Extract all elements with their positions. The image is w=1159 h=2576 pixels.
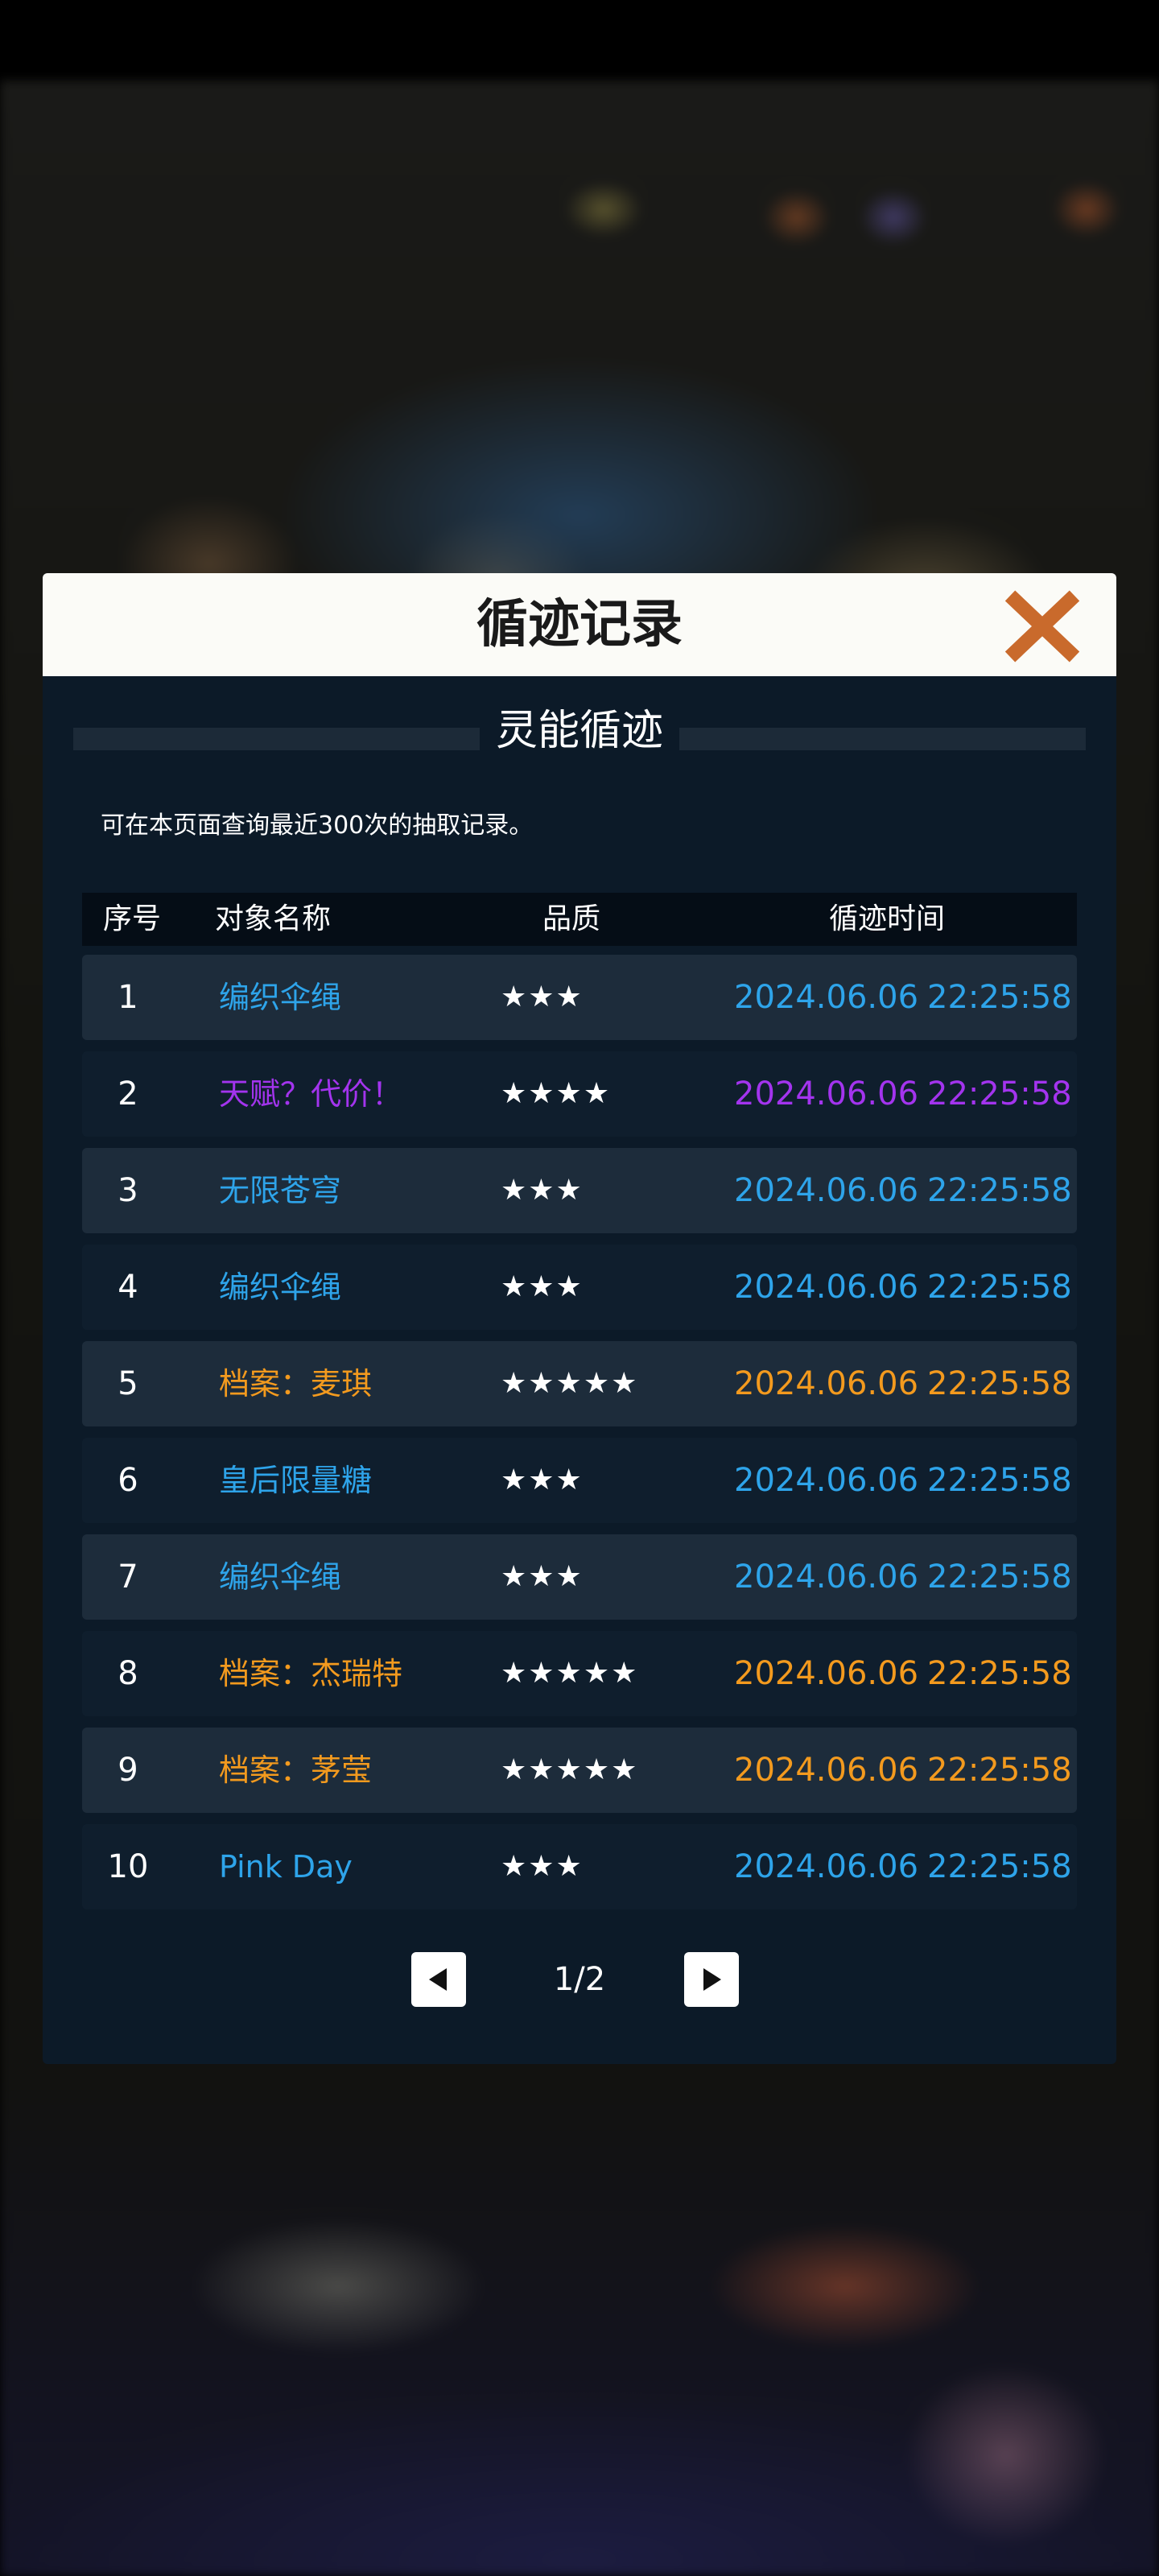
row-number: 8 <box>118 1655 138 1692</box>
table-row: 1 编织伞绳 ★★★ 2024.06.06 22:25:58 <box>82 955 1077 1040</box>
quality-stars: ★★★★ <box>501 1077 612 1110</box>
record-time: 22:25:58 <box>927 1365 1072 1402</box>
quality-stars: ★★★ <box>501 980 584 1013</box>
triangle-left-icon <box>429 1968 447 1991</box>
record-time: 22:25:58 <box>927 1848 1072 1885</box>
quality-stars: ★★★ <box>501 1560 584 1593</box>
item-name: 档案：杰瑞特 <box>219 1656 403 1691</box>
record-date: 2024.06.06 <box>734 1269 919 1306</box>
record-date: 2024.06.06 <box>734 1558 919 1596</box>
header-no: 序号 <box>102 902 161 935</box>
record-date: 2024.06.06 <box>734 1848 919 1885</box>
record-time: 22:25:58 <box>927 1172 1072 1209</box>
item-name: 编织伞绳 <box>219 980 342 1015</box>
item-name: 档案：麦琪 <box>219 1366 373 1402</box>
row-number: 4 <box>118 1269 138 1306</box>
item-name: 无限苍穹 <box>219 1173 342 1208</box>
row-number: 3 <box>118 1172 138 1209</box>
item-name: Pink Day <box>219 1849 353 1885</box>
quality-stars: ★★★★★ <box>501 1367 639 1400</box>
row-number: 7 <box>118 1558 138 1596</box>
status-bar <box>0 0 1159 80</box>
quality-stars: ★★★ <box>501 1174 584 1207</box>
quality-stars: ★★★★★ <box>501 1753 639 1786</box>
page-indicator: 1/2 <box>553 1961 606 1998</box>
triangle-right-icon <box>703 1968 721 1991</box>
item-name: 档案：茅莹 <box>219 1752 373 1788</box>
row-number: 9 <box>118 1752 138 1789</box>
record-date: 2024.06.06 <box>734 1462 919 1499</box>
item-name: 编织伞绳 <box>219 1559 342 1595</box>
row-number: 5 <box>118 1365 138 1402</box>
row-number: 10 <box>107 1848 149 1885</box>
table-row: 2 天赋？代价！ ★★★★ 2024.06.06 22:25:58 <box>82 1051 1077 1137</box>
table-row: 6 皇后限量糖 ★★★ 2024.06.06 22:25:58 <box>82 1438 1077 1523</box>
section-title: 灵能循迹 <box>479 707 679 755</box>
row-number: 2 <box>118 1075 138 1113</box>
header-time: 循迹时间 <box>828 902 945 935</box>
record-date: 2024.06.06 <box>734 1655 919 1692</box>
item-name: 皇后限量糖 <box>219 1463 373 1498</box>
dialog-header: 循迹记录 <box>43 573 1116 676</box>
record-date: 2024.06.06 <box>734 1752 919 1789</box>
dialog-title: 循迹记录 <box>476 595 683 654</box>
row-number: 6 <box>118 1462 138 1499</box>
record-date: 2024.06.06 <box>734 1365 919 1402</box>
record-time: 22:25:58 <box>927 1655 1072 1692</box>
prev-page-button[interactable] <box>411 1952 466 2007</box>
record-time: 22:25:58 <box>927 1269 1072 1306</box>
record-date: 2024.06.06 <box>734 1075 919 1113</box>
table-header: 序号 对象名称 品质 循迹时间 <box>82 893 1077 946</box>
quality-stars: ★★★ <box>501 1463 584 1496</box>
record-dialog: 循迹记录 灵能循迹 可在本页面查询最近300次的抽取记录。 序号 对象名称 品质… <box>43 573 1116 2064</box>
row-number: 1 <box>118 979 138 1016</box>
info-text: 可在本页面查询最近300次的抽取记录。 <box>101 811 534 840</box>
record-time: 22:25:58 <box>927 1462 1072 1499</box>
record-time: 22:25:58 <box>927 1558 1072 1596</box>
table-row: 8 档案：杰瑞特 ★★★★★ 2024.06.06 22:25:58 <box>82 1631 1077 1716</box>
header-quality: 品质 <box>542 902 600 935</box>
record-time: 22:25:58 <box>927 1752 1072 1789</box>
quality-stars: ★★★★★ <box>501 1657 639 1690</box>
close-icon <box>1004 590 1080 663</box>
table-row: 4 编织伞绳 ★★★ 2024.06.06 22:25:58 <box>82 1245 1077 1330</box>
item-name: 编织伞绳 <box>219 1269 342 1305</box>
header-name: 对象名称 <box>214 902 331 935</box>
record-time: 22:25:58 <box>927 1075 1072 1113</box>
item-name: 天赋？代价！ <box>219 1076 403 1112</box>
table-row: 9 档案：茅莹 ★★★★★ 2024.06.06 22:25:58 <box>82 1728 1077 1813</box>
close-button[interactable] <box>1002 588 1083 665</box>
table-row: 5 档案：麦琪 ★★★★★ 2024.06.06 22:25:58 <box>82 1341 1077 1426</box>
table-row: 7 编织伞绳 ★★★ 2024.06.06 22:25:58 <box>82 1534 1077 1620</box>
record-time: 22:25:58 <box>927 979 1072 1016</box>
next-page-button[interactable] <box>684 1952 739 2007</box>
table-row: 10 Pink Day ★★★ 2024.06.06 22:25:58 <box>82 1824 1077 1909</box>
quality-stars: ★★★ <box>501 1850 584 1883</box>
table-row: 3 无限苍穹 ★★★ 2024.06.06 22:25:58 <box>82 1148 1077 1233</box>
record-date: 2024.06.06 <box>734 1172 919 1209</box>
quality-stars: ★★★ <box>501 1270 584 1303</box>
record-date: 2024.06.06 <box>734 979 919 1016</box>
